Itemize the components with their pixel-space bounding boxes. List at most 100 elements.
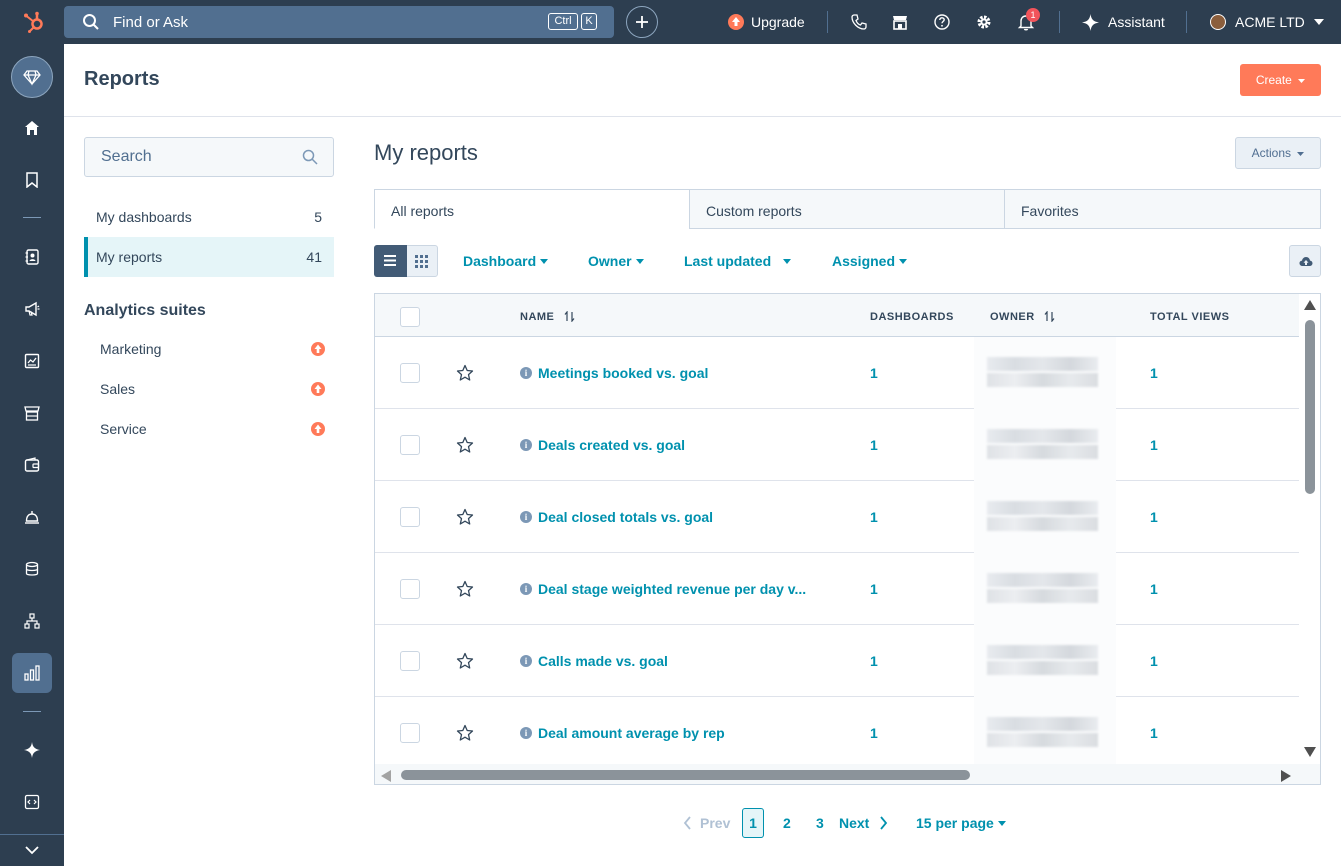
dashboards-count-link[interactable]: 1 — [870, 725, 878, 741]
nav-item-contacts[interactable] — [18, 243, 46, 271]
dashboards-count-link[interactable]: 1 — [870, 653, 878, 669]
filter-dashboard[interactable]: Dashboard — [463, 253, 549, 269]
tab-custom-reports[interactable]: Custom reports — [689, 189, 1005, 229]
nav-item-development[interactable] — [18, 788, 46, 816]
row-checkbox[interactable] — [400, 651, 420, 671]
info-icon[interactable]: i — [520, 655, 532, 667]
actions-button[interactable]: Actions — [1235, 137, 1321, 169]
prev-page-button[interactable]: Prev — [683, 815, 730, 831]
nav-expand-button[interactable] — [0, 834, 64, 866]
total-views-link[interactable]: 1 — [1150, 365, 1158, 381]
report-name-link[interactable]: Deal amount average by rep — [538, 725, 725, 741]
nav-item-home-gem[interactable] — [11, 56, 53, 98]
sidebar-item-my-reports[interactable]: My reports 41 — [84, 237, 334, 277]
nav-item-reporting[interactable] — [12, 653, 52, 693]
report-name-link[interactable]: Deal stage weighted revenue per day v... — [538, 581, 806, 597]
info-icon[interactable]: i — [520, 511, 532, 523]
page-1-button[interactable]: 1 — [742, 808, 764, 838]
next-page-button[interactable]: Next — [839, 815, 888, 831]
scroll-down-arrow-icon[interactable] — [1304, 747, 1316, 757]
quick-create-button[interactable] — [626, 6, 658, 38]
suite-item-marketing[interactable]: Marketing — [84, 329, 334, 369]
report-name-link[interactable]: Meetings booked vs. goal — [538, 365, 708, 381]
nav-item-automation[interactable] — [18, 607, 46, 635]
grid-view-icon[interactable] — [415, 255, 428, 268]
column-header-name[interactable]: NAME — [520, 309, 575, 323]
table-row: i Meetings booked vs. goal 1 1 — [375, 337, 1299, 409]
dashboards-count-link[interactable]: 1 — [870, 365, 878, 381]
total-views-link[interactable]: 1 — [1150, 509, 1158, 525]
search-icon[interactable] — [302, 149, 318, 165]
column-header-owner[interactable]: OWNER — [990, 309, 1055, 323]
row-checkbox[interactable] — [400, 435, 420, 455]
suite-item-service[interactable]: Service — [84, 409, 334, 449]
dashboards-count-link[interactable]: 1 — [870, 509, 878, 525]
total-views-link[interactable]: 1 — [1150, 581, 1158, 597]
scroll-right-arrow-icon[interactable] — [1281, 770, 1291, 782]
filter-label: Last updated — [684, 253, 772, 269]
info-icon[interactable]: i — [520, 367, 532, 379]
phone-icon[interactable] — [850, 13, 868, 31]
report-name-link[interactable]: Calls made vs. goal — [538, 653, 668, 669]
tab-label: All reports — [391, 203, 455, 219]
settings-gear-icon[interactable] — [975, 13, 993, 31]
info-icon[interactable]: i — [520, 583, 532, 595]
nav-item-payments[interactable] — [18, 451, 46, 479]
nav-item-bookmarks[interactable] — [18, 166, 46, 194]
dashboards-count-link[interactable]: 1 — [870, 437, 878, 453]
nav-item-service[interactable] — [18, 503, 46, 531]
scroll-up-arrow-icon[interactable] — [1304, 300, 1316, 310]
global-search-input[interactable]: Find or Ask Ctrl K — [64, 6, 614, 38]
row-checkbox[interactable] — [400, 579, 420, 599]
row-checkbox[interactable] — [400, 507, 420, 527]
nav-item-commerce[interactable] — [18, 399, 46, 427]
vertical-scrollbar[interactable] — [1299, 294, 1320, 764]
row-checkbox[interactable] — [400, 363, 420, 383]
nav-item-marketing[interactable] — [18, 295, 46, 323]
info-icon[interactable]: i — [520, 439, 532, 451]
nav-item-breeze[interactable] — [18, 736, 46, 764]
caret-down-icon — [1298, 78, 1306, 83]
export-button[interactable] — [1289, 245, 1321, 277]
suite-item-sales[interactable]: Sales — [84, 369, 334, 409]
hubspot-logo-icon[interactable] — [22, 10, 46, 34]
tab-favorites[interactable]: Favorites — [1004, 189, 1321, 229]
report-name-link[interactable]: Deal closed totals vs. goal — [538, 509, 713, 525]
filter-assigned[interactable]: Assigned — [832, 253, 908, 269]
star-icon[interactable] — [456, 652, 474, 670]
sidebar-search-input[interactable] — [86, 139, 296, 175]
page-3-button[interactable]: 3 — [816, 815, 824, 831]
page-2-button[interactable]: 2 — [783, 815, 791, 831]
report-name-link[interactable]: Deals created vs. goal — [538, 437, 685, 453]
nav-item-data[interactable] — [18, 555, 46, 583]
info-icon[interactable]: i — [520, 727, 532, 739]
filter-label: Owner — [588, 253, 632, 269]
star-icon[interactable] — [456, 508, 474, 526]
sidebar-item-my-dashboards[interactable]: My dashboards 5 — [84, 197, 334, 237]
nav-item-content[interactable] — [18, 347, 46, 375]
total-views-link[interactable]: 1 — [1150, 725, 1158, 741]
star-icon[interactable] — [456, 580, 474, 598]
help-icon[interactable] — [933, 13, 951, 31]
dashboards-count-link[interactable]: 1 — [870, 581, 878, 597]
nav-item-home[interactable] — [18, 114, 46, 142]
list-view-button[interactable] — [374, 245, 407, 277]
filter-last-updated[interactable]: Last updated — [684, 253, 792, 269]
tab-all-reports[interactable]: All reports — [374, 189, 690, 229]
star-icon[interactable] — [456, 724, 474, 742]
total-views-link[interactable]: 1 — [1150, 437, 1158, 453]
star-icon[interactable] — [456, 364, 474, 382]
horizontal-scrollbar[interactable] — [375, 764, 1320, 784]
row-checkbox[interactable] — [400, 723, 420, 743]
marketplace-icon[interactable] — [891, 13, 909, 31]
vertical-scroll-thumb[interactable] — [1305, 320, 1315, 494]
per-page-dropdown[interactable]: 15 per page — [916, 815, 1006, 831]
create-button[interactable]: Create — [1240, 64, 1321, 96]
filter-owner[interactable]: Owner — [588, 253, 644, 269]
total-views-link[interactable]: 1 — [1150, 653, 1158, 669]
scroll-left-arrow-icon[interactable] — [381, 770, 391, 782]
select-all-checkbox[interactable] — [400, 307, 420, 327]
table-row: i Deals created vs. goal 1 1 — [375, 409, 1299, 481]
star-icon[interactable] — [456, 436, 474, 454]
horizontal-scroll-thumb[interactable] — [401, 770, 970, 780]
